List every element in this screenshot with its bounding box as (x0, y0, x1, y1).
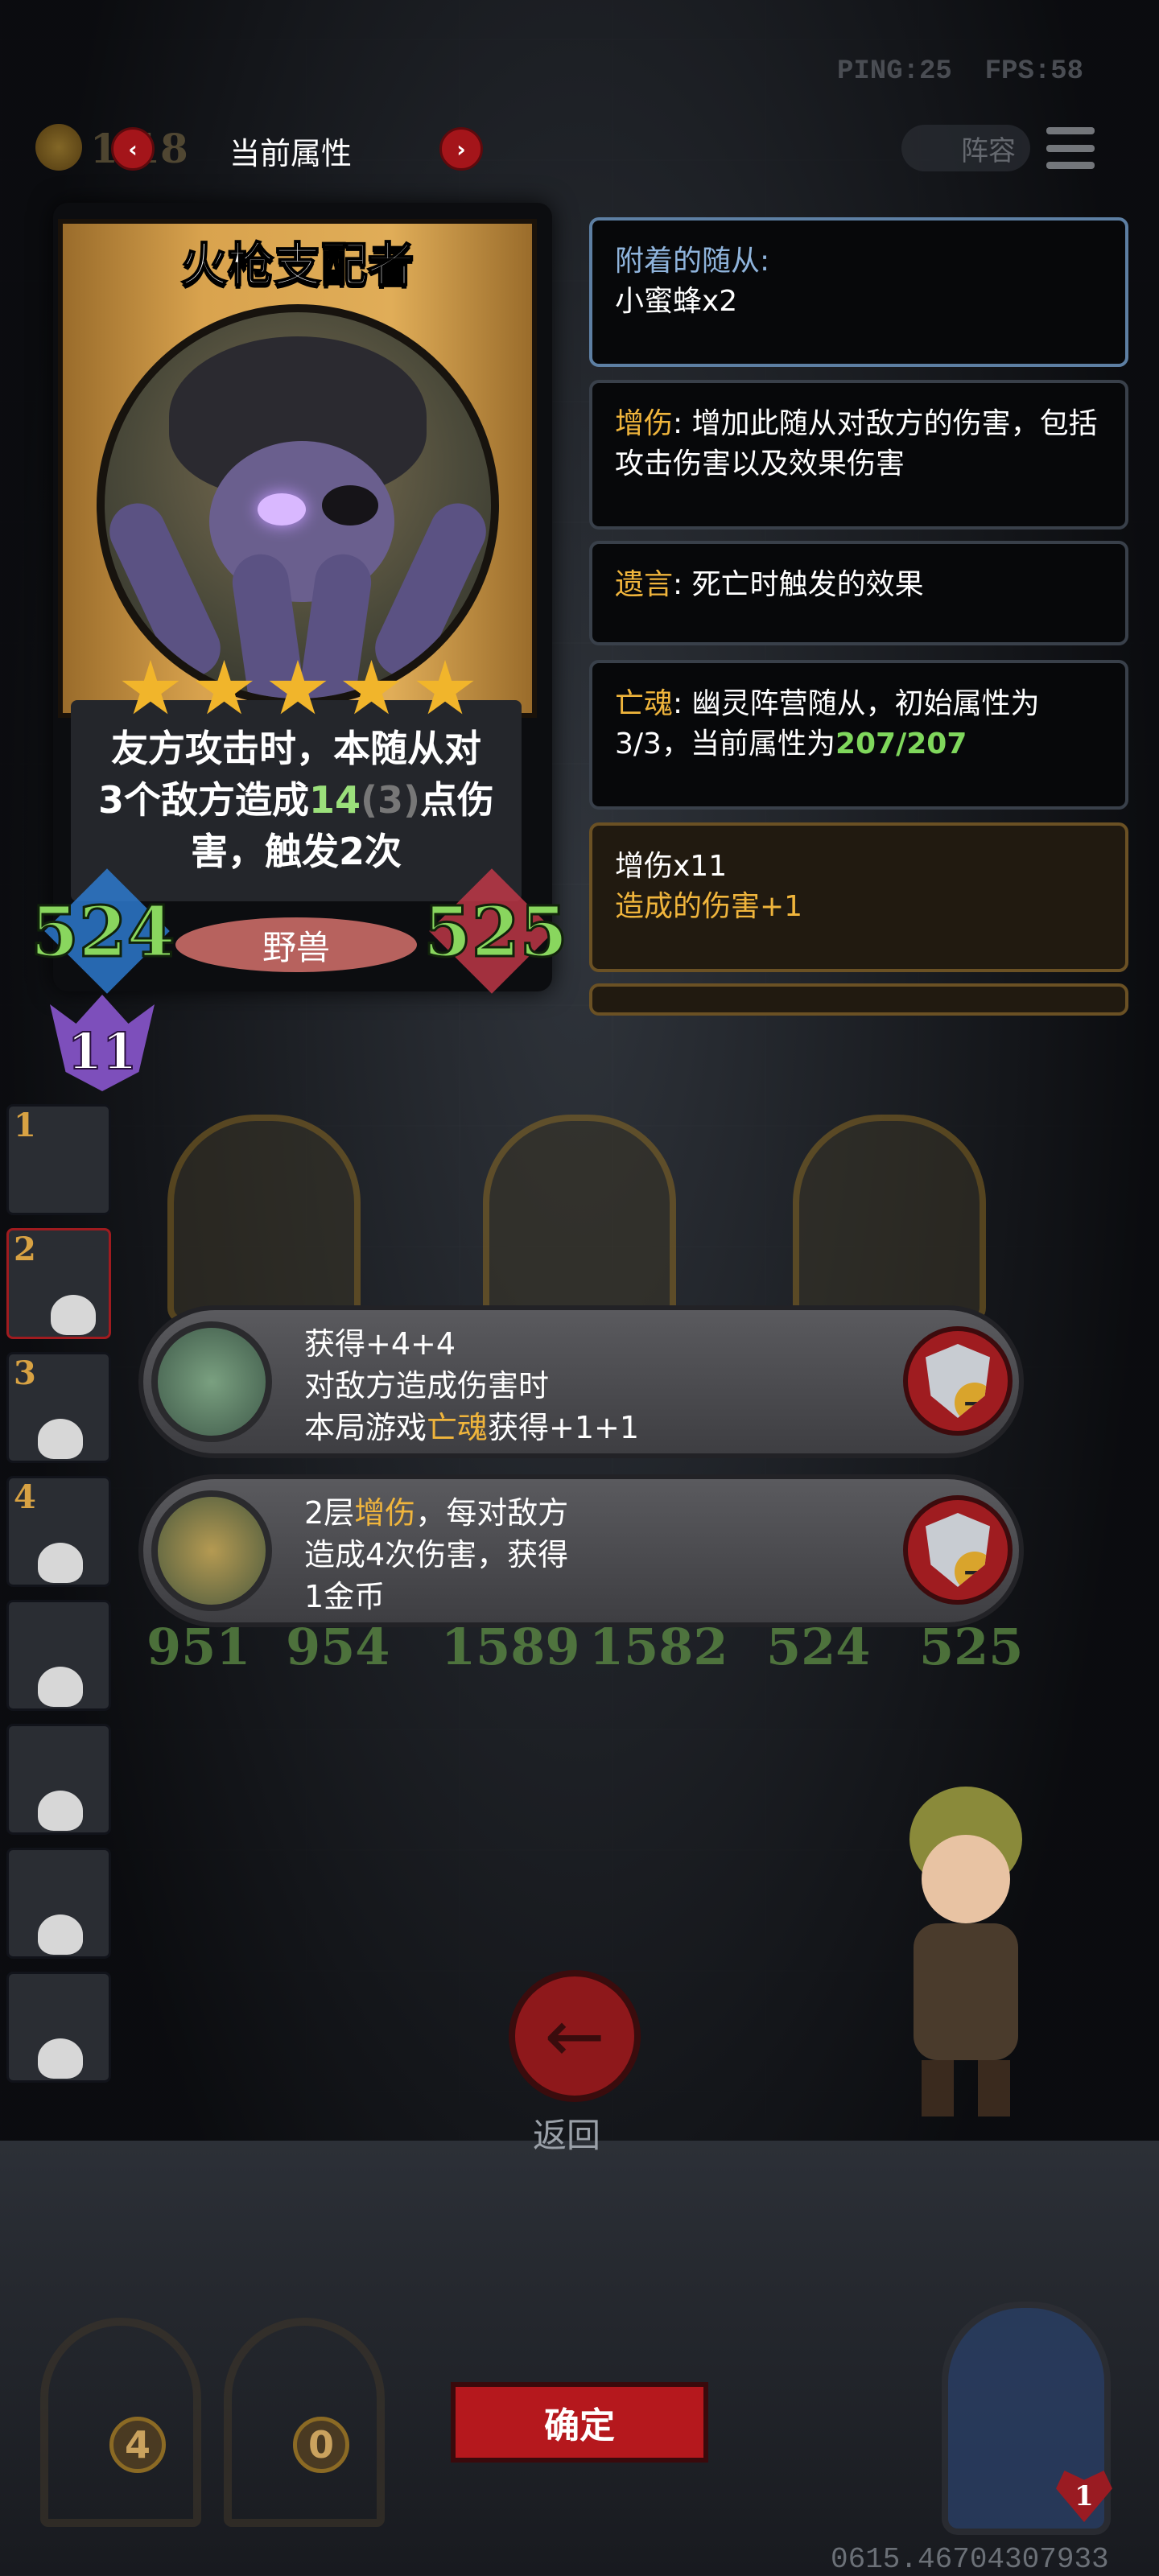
star-icon (195, 660, 254, 715)
lineup-label: 阵容 (961, 134, 1016, 167)
lineup-slot-8[interactable] (6, 1972, 111, 2083)
lineup-slot-2[interactable]: 2 (6, 1228, 111, 1339)
attached-minions-panel: 附着的随从: 小蜜蜂x2 (589, 217, 1128, 367)
eye-patch (322, 485, 378, 526)
glowing-eye (258, 493, 306, 526)
coordinate-readout: 0615.46704307933 (831, 2543, 1109, 2576)
remove-buff-button[interactable]: − (903, 1495, 1013, 1605)
lineup-slot-7[interactable] (6, 1848, 111, 1959)
slot-number: 1 (14, 1107, 36, 1144)
buff-summary-subtitle: 造成的伤害+1 (615, 890, 803, 923)
back-button[interactable]: ← (509, 1970, 641, 2102)
hero-character (885, 1787, 1046, 2125)
card-attack: 524 (30, 891, 177, 975)
prev-page-button[interactable]: ‹ (111, 127, 155, 171)
coin-icon (35, 124, 82, 171)
star-icon (342, 660, 401, 715)
lineup-slot-5[interactable] (6, 1600, 111, 1711)
buff-row-2-text: 2层增伤，每对敌方 造成4次伤害，获得 1金币 (304, 1495, 569, 1614)
arrow-left-icon: ← (544, 1993, 605, 2079)
menu-icon[interactable] (1046, 127, 1095, 169)
shield-minus-icon: − (926, 1344, 990, 1418)
star-rating (121, 660, 475, 719)
buff-summary-title: 增伤x11 (615, 850, 728, 883)
skull-icon (38, 2038, 83, 2079)
buff-panel-overflow[interactable] (589, 983, 1128, 1016)
remove-buff-button[interactable]: − (903, 1326, 1013, 1436)
network-stats: PING:25 FPS:58 (837, 56, 1084, 87)
card-description: 友方攻击时，本随从对 3个敌方造成14(3)点伤 害，触发2次 (97, 727, 495, 873)
lineup-slot-6[interactable] (6, 1724, 111, 1835)
attached-label: 附着的随从: (615, 245, 770, 278)
lightning-arrows-icon (151, 1321, 272, 1442)
card-name: 火枪支配者 (179, 237, 415, 293)
minion-card-2[interactable] (483, 1115, 676, 1324)
lineup-slot-4[interactable]: 4 (6, 1476, 111, 1587)
minion-card-1[interactable] (167, 1115, 361, 1324)
buff-row-1-text: 获得+4+4 对敌方造成伤害时 本局游戏亡魂获得+1+1 (304, 1326, 640, 1445)
tribe-tag: 野兽 (175, 917, 417, 972)
skull-icon (38, 1791, 83, 1831)
attached-value: 小蜜蜂x2 (615, 285, 738, 318)
star-icon (269, 660, 327, 715)
minion-card-3[interactable] (793, 1115, 986, 1324)
chest-left-count: 4 (109, 2417, 166, 2473)
page-title: 当前属性 (229, 136, 353, 171)
card-health: 525 (423, 891, 570, 975)
buff-summary-panel: 增伤x11 造成的伤害+1 (589, 822, 1128, 972)
lineup-slot-3[interactable]: 3 (6, 1352, 111, 1463)
buff-row-1: 获得+4+4 对敌方造成伤害时 本局游戏亡魂获得+1+1 − (138, 1305, 1024, 1458)
lineup-slot-1[interactable]: 1 (6, 1104, 111, 1215)
keyword-panel-ghost: 亡魂: 幽灵阵营随从，初始属性为3/3，当前属性为207/207 (589, 660, 1128, 810)
octopus-pirate-portrait (97, 304, 499, 707)
chest-right-count: 0 (293, 2417, 349, 2473)
skull-icon (38, 1543, 83, 1583)
skull-icon (38, 1419, 83, 1459)
skull-icon (51, 1295, 96, 1335)
slot-number: 3 (14, 1354, 36, 1392)
lineup-button[interactable]: 阵容 (901, 125, 1030, 171)
back-label: 返回 (533, 2116, 601, 2155)
star-icon (416, 660, 474, 715)
star-icon (122, 660, 179, 715)
slot-number: 2 (14, 1230, 36, 1268)
machine-coin-icon (151, 1490, 272, 1611)
buff-row-2: 2层增伤，每对敌方 造成4次伤害，获得 1金币 − (138, 1474, 1024, 1627)
shield-minus-icon: − (926, 1513, 990, 1587)
next-page-button[interactable]: › (439, 127, 483, 171)
slot-number: 4 (14, 1478, 36, 1516)
skull-icon (38, 1914, 83, 1955)
skull-icon (38, 1667, 83, 1707)
keyword-panel-deathrattle: 遗言: 死亡时触发的效果 (589, 541, 1128, 645)
keyword-panel-damage-boost: 增伤: 增加此随从对敌方的伤害，包括攻击伤害以及效果伤害 (589, 380, 1128, 530)
confirm-button[interactable]: 确定 (451, 2382, 708, 2463)
